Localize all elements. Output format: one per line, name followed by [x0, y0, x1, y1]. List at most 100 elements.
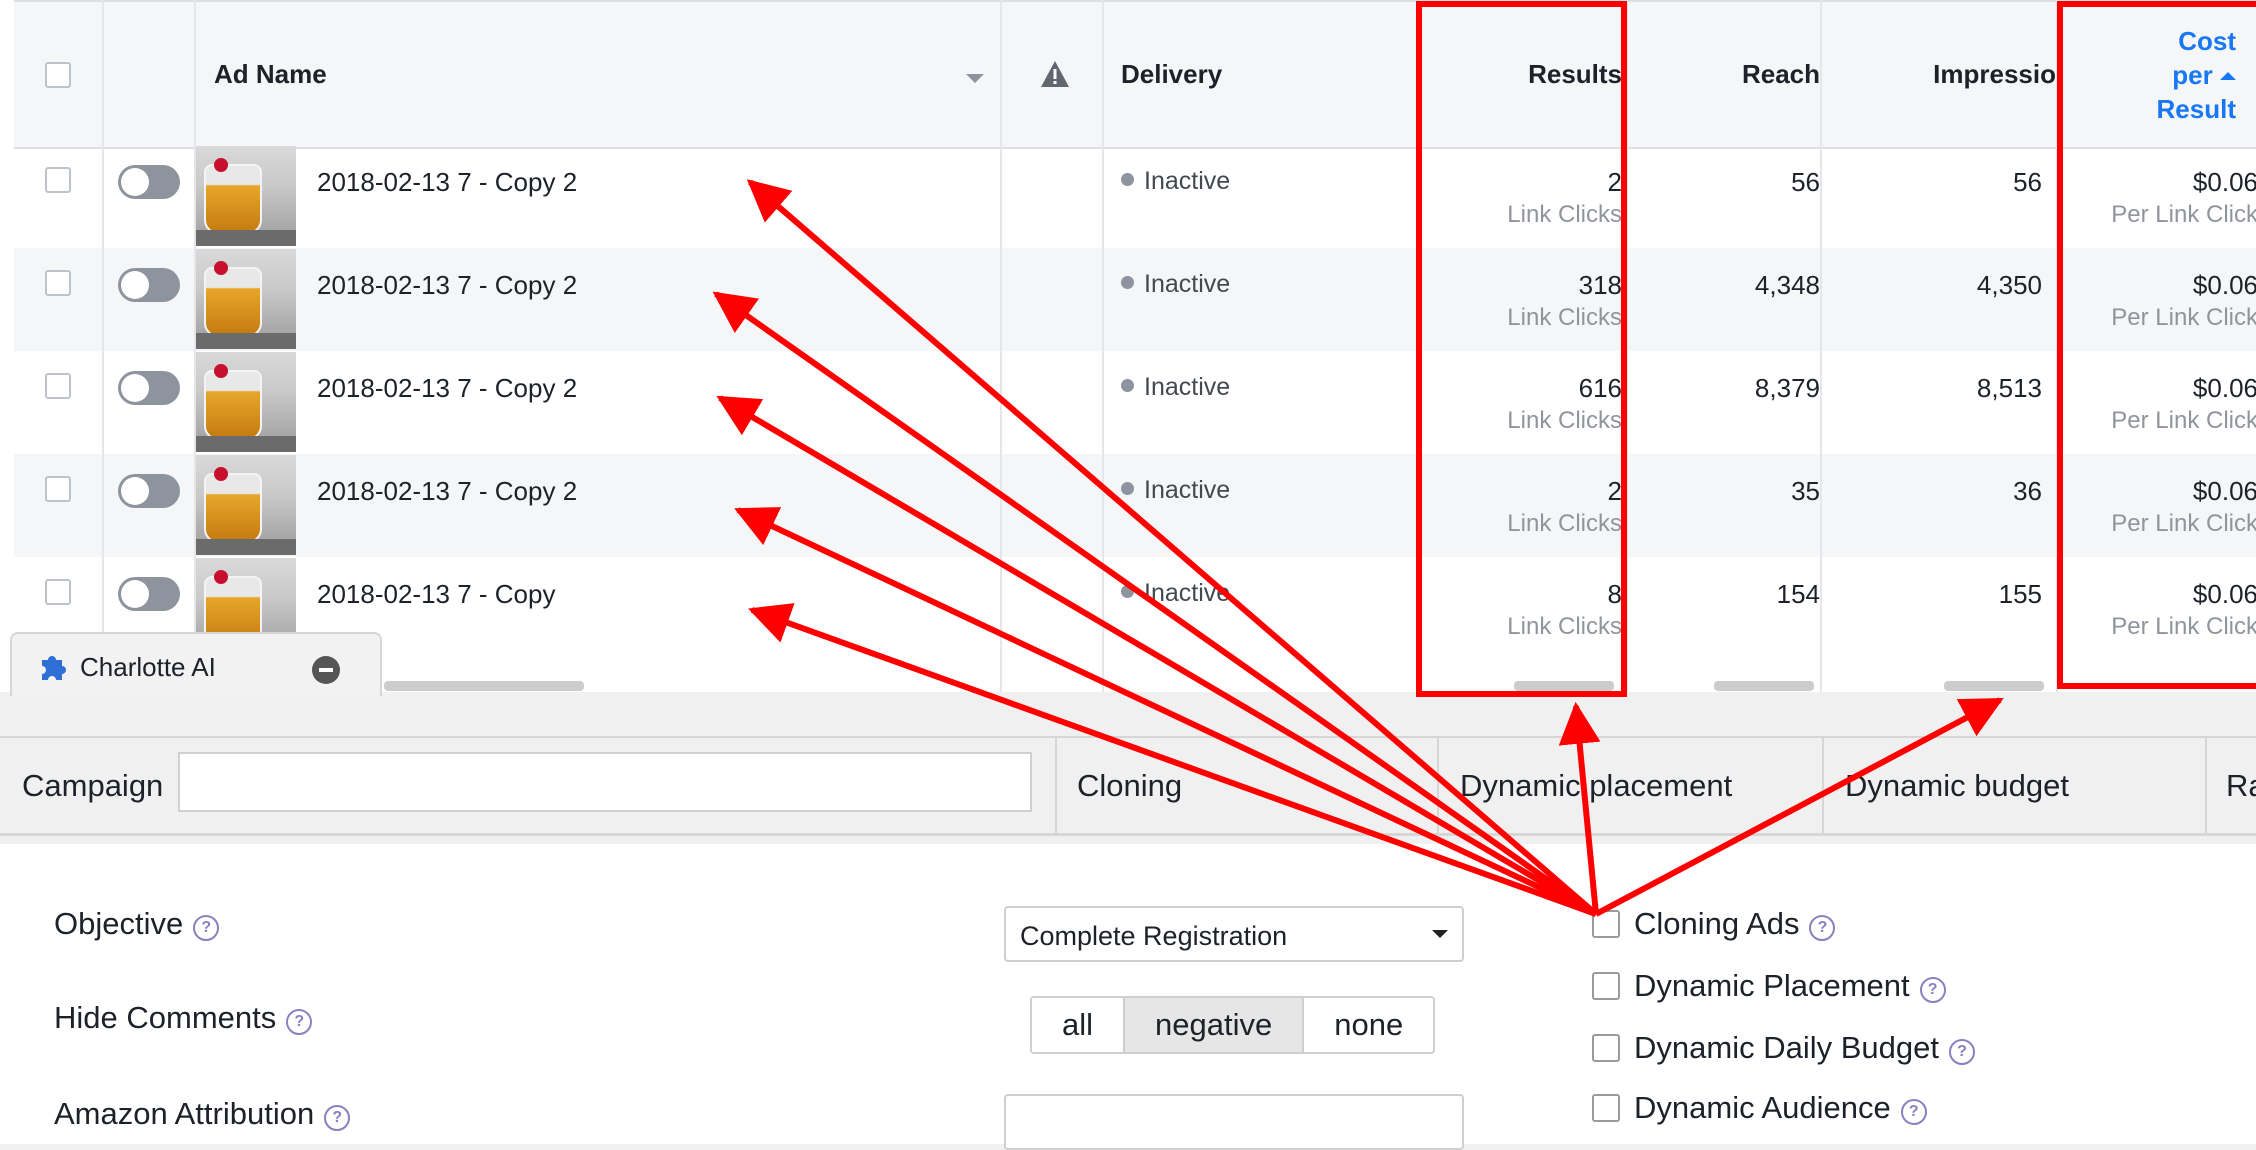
reach-value: 35	[1791, 476, 1820, 506]
dynamic-placement-checkbox[interactable]: Dynamic Placement?	[1592, 968, 1946, 1004]
cost-value: $0.06	[2192, 476, 2256, 506]
status-dot-icon	[1121, 585, 1134, 598]
tab-dynamic-placement[interactable]: Dynamic placement	[1460, 768, 1732, 804]
ad-status-toggle[interactable]	[118, 268, 180, 302]
help-icon[interactable]: ?	[193, 915, 220, 941]
ad-thumbnail	[196, 352, 296, 452]
puzzle-icon	[38, 650, 70, 687]
help-icon[interactable]: ?	[1809, 915, 1836, 941]
col-impressions[interactable]: Impressio	[1832, 2, 2056, 147]
hide-comments-label: Hide Comments?	[54, 1000, 313, 1036]
cost-unit: Per Link Click	[2111, 407, 2256, 434]
impressions-value: 155	[1998, 579, 2042, 609]
hide-comments-none[interactable]: none	[1304, 998, 1434, 1052]
ad-thumbnail	[196, 455, 296, 555]
results-unit: Link Clicks	[1507, 510, 1622, 537]
dynamic-audience-checkbox[interactable]: Dynamic Audience?	[1592, 1090, 1927, 1126]
tab-dynamic-budget[interactable]: Dynamic budget	[1845, 768, 2069, 804]
cost-value: $0.06	[2192, 579, 2256, 609]
ad-name[interactable]: 2018-02-13 7 - Copy 2	[317, 270, 577, 301]
cloning-ads-checkbox[interactable]: Cloning Ads?	[1592, 906, 1836, 942]
help-icon[interactable]: ?	[1919, 977, 1946, 1003]
ad-status-toggle[interactable]	[118, 371, 180, 405]
panel-content: Objective? Complete Registration Hide Co…	[0, 844, 2256, 1150]
dynamic-daily-budget-checkbox[interactable]: Dynamic Daily Budget?	[1592, 1030, 1975, 1066]
charlotte-ai-panel: Campaign Cloning Dynamic placement Dynam…	[0, 692, 2256, 1150]
row-checkbox[interactable]	[45, 270, 71, 296]
impressions-value: 36	[2013, 476, 2042, 506]
ad-status-toggle[interactable]	[118, 474, 180, 508]
delivery-status: Inactive	[1121, 167, 1230, 196]
results-value: 318	[1578, 270, 1622, 300]
cost-value: $0.06	[2192, 270, 2256, 300]
hide-comments-negative[interactable]: negative	[1125, 998, 1305, 1052]
select-all-checkbox[interactable]	[45, 61, 71, 88]
warning-icon[interactable]	[1040, 60, 1070, 93]
table-row[interactable]: 2018-02-13 7 - Copy 2 Inactive 616 Link Cli…	[14, 351, 2256, 454]
results-value: 8	[1607, 579, 1622, 609]
cost-value: $0.06	[2192, 373, 2256, 403]
campaign-input[interactable]	[178, 752, 1032, 812]
sort-caret-icon[interactable]	[966, 74, 984, 83]
tab-cut-off[interactable]: Ra	[2226, 768, 2256, 804]
table-header: Ad Name Delivery Results Reach Impressio…	[14, 0, 2256, 149]
ad-name[interactable]: 2018-02-13 7 - Copy 2	[317, 476, 577, 507]
objective-label: Objective?	[54, 906, 220, 942]
row-checkbox[interactable]	[45, 476, 71, 502]
results-unit: Link Clicks	[1507, 613, 1622, 640]
reach-value: 4,348	[1754, 270, 1820, 300]
hide-comments-toggle: all negative none	[1030, 996, 1436, 1054]
tab-cloning[interactable]: Cloning	[1077, 768, 1182, 804]
help-icon[interactable]: ?	[324, 1105, 351, 1131]
ad-name[interactable]: 2018-02-13 7 - Copy	[317, 579, 555, 610]
minimize-icon[interactable]	[312, 656, 340, 684]
chevron-down-icon	[1432, 930, 1448, 938]
panel-tab-bar: Campaign Cloning Dynamic placement Dynam…	[0, 736, 2256, 836]
cost-unit: Per Link Click	[2111, 510, 2256, 537]
table-row[interactable]: 2018-02-13 7 - Copy 2 Inactive 318 Link Cli…	[14, 248, 2256, 351]
results-value: 2	[1607, 476, 1622, 506]
results-unit: Link Clicks	[1507, 407, 1622, 434]
row-checkbox[interactable]	[45, 579, 71, 605]
sort-up-icon	[2220, 71, 2236, 80]
delivery-status: Inactive	[1121, 270, 1230, 299]
results-value: 616	[1578, 373, 1622, 403]
objective-select[interactable]: Complete Registration	[1004, 906, 1464, 962]
hide-comments-all[interactable]: all	[1032, 998, 1126, 1052]
help-icon[interactable]: ?	[1948, 1039, 1975, 1065]
ads-table: Ad Name Delivery Results Reach Impressio…	[0, 0, 2256, 694]
ad-status-toggle[interactable]	[118, 577, 180, 611]
ad-status-toggle[interactable]	[118, 165, 180, 199]
table-row[interactable]: 2018-02-13 7 - Copy 2 Inactive 2 Link Click…	[14, 145, 2256, 248]
col-cost-per-result[interactable]: Cost per Result	[2064, 2, 2236, 147]
status-dot-icon	[1121, 379, 1134, 392]
charlotte-ai-tab[interactable]: Charlotte AI	[10, 632, 382, 696]
status-dot-icon	[1121, 482, 1134, 495]
table-row[interactable]: 2018-02-13 7 - Copy 2 Inactive 2 Link Click…	[14, 454, 2256, 557]
help-icon[interactable]: ?	[286, 1009, 313, 1035]
status-dot-icon	[1121, 276, 1134, 289]
reach-value: 56	[1791, 167, 1820, 197]
results-value: 2	[1607, 167, 1622, 197]
results-unit: Link Clicks	[1507, 201, 1622, 228]
reach-value: 154	[1776, 579, 1820, 609]
ad-name[interactable]: 2018-02-13 7 - Copy 2	[317, 167, 577, 198]
campaign-label: Campaign	[22, 768, 164, 803]
impressions-value: 56	[2013, 167, 2042, 197]
amazon-attribution-input[interactable]	[1004, 1094, 1464, 1150]
row-checkbox[interactable]	[45, 373, 71, 399]
cost-value: $0.06	[2192, 167, 2256, 197]
col-ad-name[interactable]: Ad Name	[214, 2, 327, 147]
delivery-status: Inactive	[1121, 579, 1230, 608]
col-delivery[interactable]: Delivery	[1121, 2, 1222, 147]
row-checkbox[interactable]	[45, 167, 71, 193]
delivery-status: Inactive	[1121, 476, 1230, 505]
ad-name[interactable]: 2018-02-13 7 - Copy 2	[317, 373, 577, 404]
help-icon[interactable]: ?	[1900, 1099, 1927, 1125]
col-results[interactable]: Results	[1424, 2, 1622, 147]
col-reach[interactable]: Reach	[1634, 2, 1820, 147]
reach-value: 8,379	[1754, 373, 1820, 403]
cost-unit: Per Link Click	[2111, 201, 2256, 228]
ad-thumbnail	[196, 249, 296, 349]
cost-unit: Per Link Click	[2111, 613, 2256, 640]
